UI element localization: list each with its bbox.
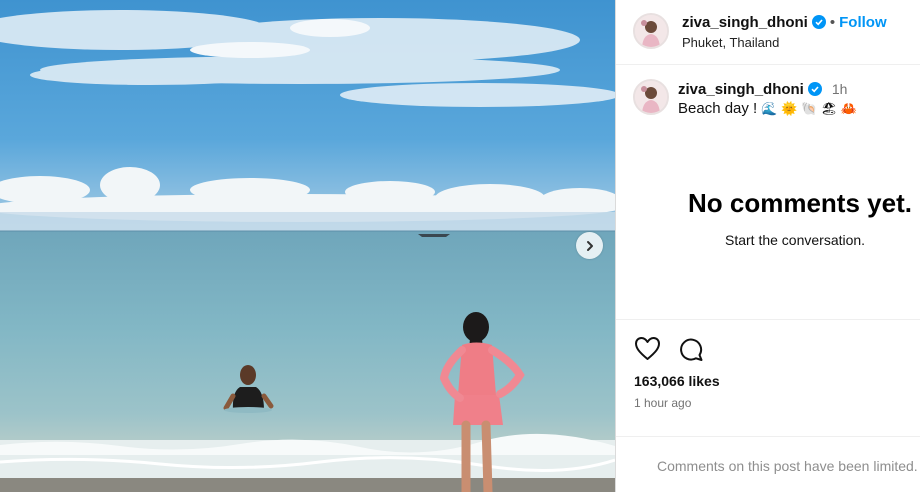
separator-dot: •	[829, 14, 836, 31]
post-time-ago[interactable]: 1 hour ago	[634, 396, 691, 410]
no-comments-subtitle: Start the conversation.	[725, 232, 866, 248]
caption-text: Beach day ! 🌊 🌞 🐚 🏖 🦀	[678, 100, 858, 117]
comments-limited-notice: Comments on this post have been limited.	[657, 458, 918, 474]
no-comments-title: No comments yet.	[688, 188, 912, 218]
post-side-panel: ziva_singh_dhoni • Follow Phuket, Thailand…	[615, 0, 920, 492]
chevron-right-icon	[586, 240, 593, 251]
avatar-image	[635, 81, 667, 113]
post-header: ziva_singh_dhoni • Follow Phuket, Thailand	[616, 0, 920, 65]
heart-icon[interactable]	[634, 336, 661, 361]
divider	[616, 319, 920, 320]
post-photo[interactable]	[0, 0, 615, 492]
username[interactable]: ziva_singh_dhoni	[682, 14, 808, 31]
divider	[616, 436, 920, 437]
caption-avatar[interactable]	[633, 79, 669, 115]
next-photo-button[interactable]	[576, 232, 603, 259]
beach-photo-illustration	[0, 0, 615, 492]
avatar[interactable]	[633, 13, 669, 49]
caption-time: 1h	[831, 81, 848, 97]
location[interactable]: Phuket, Thailand	[682, 35, 779, 50]
likes-count[interactable]: 163,066 likes	[634, 373, 720, 389]
verified-badge-icon	[807, 82, 822, 96]
comment-icon[interactable]	[678, 336, 704, 362]
caption-username[interactable]: ziva_singh_dhoni	[678, 81, 804, 98]
follow-button[interactable]: Follow	[839, 14, 887, 31]
verified-badge-icon	[811, 15, 826, 29]
post-modal: ziva_singh_dhoni • Follow Phuket, Thailand…	[0, 0, 920, 492]
caption-emojis: 🌊 🌞 🐚 🏖 🦀	[761, 101, 858, 116]
avatar-image	[635, 15, 667, 47]
